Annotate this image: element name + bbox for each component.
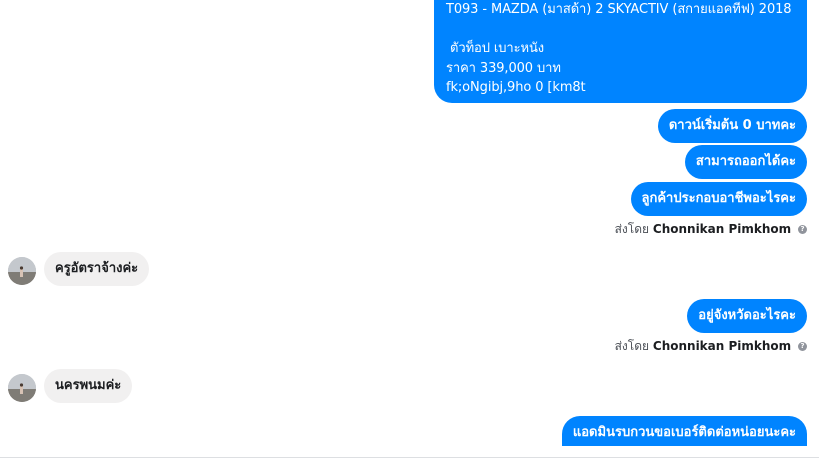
outgoing-message[interactable]: ลูกค้าประกอบอาชีพอะไรคะ — [630, 182, 807, 216]
conversation-thread: T093 - MAZDA (มาสด้า) 2 SKYACTIV (สกายแอ… — [0, 0, 819, 459]
product-feature: ตัวท็อป เบาะหนัง — [446, 41, 545, 56]
outgoing-message[interactable]: ดาวน์เริ่มต้น 0 บาทคะ — [657, 109, 807, 143]
message-text: สามารถออกได้คะ — [695, 154, 796, 169]
avatar[interactable] — [8, 257, 36, 285]
message-text: อยู่จังหวัดอะไรคะ — [698, 308, 796, 323]
sent-by-prefix: ส่งโดย — [614, 222, 650, 236]
outgoing-message[interactable]: แอดมินรบกวนขอเบอร์ติดต่อหน่อยนะคะ — [561, 416, 807, 446]
avatar[interactable] — [8, 374, 36, 402]
info-icon[interactable]: ? — [798, 342, 807, 351]
message-text: นครพนมค่ะ — [55, 378, 122, 393]
outgoing-message[interactable]: สามารถออกได้คะ — [684, 145, 807, 179]
sent-by-label: ส่งโดย Chonnikan Pimkhom ? — [615, 221, 807, 237]
avatar-photo — [8, 257, 36, 285]
sender-name: Chonnikan Pimkhom — [652, 222, 792, 236]
product-code: fk;oNgibj,9ho 0 [km8t — [446, 80, 586, 95]
message-text: แอดมินรบกวนขอเบอร์ติดต่อหน่อยนะคะ — [572, 425, 796, 440]
info-icon[interactable]: ? — [798, 225, 807, 234]
avatar-photo — [8, 374, 36, 402]
sender-name: Chonnikan Pimkhom — [652, 339, 792, 353]
message-text: ดาวน์เริ่มต้น 0 บาทคะ — [668, 118, 796, 133]
outgoing-message[interactable]: อยู่จังหวัดอะไรคะ — [687, 299, 807, 333]
composer-divider — [0, 457, 819, 458]
sent-by-prefix: ส่งโดย — [614, 339, 650, 353]
incoming-message[interactable]: นครพนมค่ะ — [44, 369, 133, 403]
incoming-message[interactable]: ครูอัตราจ้างค่ะ — [44, 252, 150, 286]
product-blank-line — [446, 20, 795, 40]
sent-by-label: ส่งโดย Chonnikan Pimkhom ? — [615, 338, 807, 354]
message-text: ครูอัตราจ้างค่ะ — [55, 261, 139, 276]
message-text: ลูกค้าประกอบอาชีพอะไรคะ — [641, 191, 796, 206]
product-title: T093 - MAZDA (มาสด้า) 2 SKYACTIV (สกายแอ… — [446, 2, 792, 17]
product-price: ราคา 339,000 บาท — [446, 60, 561, 76]
outgoing-product-message[interactable]: T093 - MAZDA (มาสด้า) 2 SKYACTIV (สกายแอ… — [434, 0, 807, 103]
